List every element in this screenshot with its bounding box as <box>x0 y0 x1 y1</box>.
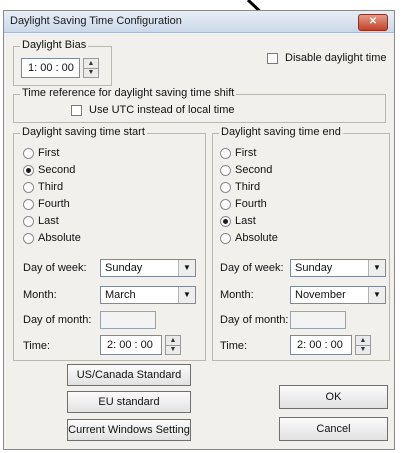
end-radio-absolute[interactable] <box>220 233 231 244</box>
dst-config-dialog: Daylight Saving Time Configuration ✕ Day… <box>3 10 395 450</box>
end-option-first: First <box>235 147 257 159</box>
start-dow-value: Sunday <box>105 262 143 274</box>
daylight-bias-legend: Daylight Bias <box>20 39 89 51</box>
time-reference-legend: Time reference for daylight saving time … <box>20 87 237 99</box>
start-radio-first[interactable] <box>23 148 34 159</box>
chevron-down-icon[interactable]: ▼ <box>368 287 385 303</box>
start-option-first: First <box>38 147 60 159</box>
spin-down-icon[interactable]: ▼ <box>356 345 370 354</box>
dst-end-legend: Daylight saving time end <box>219 126 343 138</box>
end-dow-select[interactable]: Sunday ▼ <box>290 259 386 277</box>
start-option-second: Second <box>38 164 76 176</box>
chevron-down-icon[interactable]: ▼ <box>178 260 195 276</box>
start-option-fourth: Fourth <box>38 198 70 210</box>
end-option-last: Last <box>235 215 256 227</box>
end-month-label: Month: <box>220 289 254 301</box>
end-time-value: 2: 00 : 00 <box>297 339 343 351</box>
start-radio-third[interactable] <box>23 182 34 193</box>
end-option-absolute: Absolute <box>235 232 278 244</box>
use-utc-checkbox[interactable] <box>71 105 82 116</box>
ok-button[interactable]: OK <box>279 385 388 409</box>
start-dom-label: Day of month: <box>23 314 92 326</box>
time-reference-group: Time reference for daylight saving time … <box>13 87 386 123</box>
start-time-spin-buttons[interactable]: ▲ ▼ <box>165 335 181 355</box>
end-dom-label: Day of month: <box>220 314 289 326</box>
chevron-down-icon[interactable]: ▼ <box>368 260 385 276</box>
disable-daylight-checkbox[interactable] <box>267 53 278 64</box>
end-radio-last[interactable] <box>220 216 231 227</box>
start-radio-fourth[interactable] <box>23 199 34 210</box>
start-time-label: Time: <box>23 340 51 352</box>
dst-start-group: Daylight saving time start First Second … <box>13 126 206 361</box>
start-dom-field[interactable] <box>100 311 156 329</box>
title-bar: Daylight Saving Time Configuration ✕ <box>4 11 394 33</box>
start-time-value: 2: 00 : 00 <box>107 339 153 351</box>
start-dow-select[interactable]: Sunday ▼ <box>100 259 196 277</box>
daylight-bias-spinner[interactable]: 1: 00 : 00 ▲ ▼ <box>21 58 99 78</box>
start-radio-second[interactable] <box>23 165 34 176</box>
end-radio-fourth[interactable] <box>220 199 231 210</box>
dst-start-legend: Daylight saving time start <box>20 126 147 138</box>
end-dom-field[interactable] <box>290 311 346 329</box>
start-option-third: Third <box>38 181 64 193</box>
close-button[interactable]: ✕ <box>358 14 388 31</box>
end-option-fourth: Fourth <box>235 198 267 210</box>
spin-down-icon[interactable]: ▼ <box>166 345 180 354</box>
start-time-spinner[interactable]: 2: 00 : 00 ▲ ▼ <box>100 335 181 355</box>
start-month-value: March <box>105 289 136 301</box>
end-time-spinner[interactable]: 2: 00 : 00 ▲ ▼ <box>290 335 371 355</box>
spin-down-icon[interactable]: ▼ <box>84 68 98 77</box>
daylight-bias-group: Daylight Bias 1: 00 : 00 ▲ ▼ <box>13 39 112 86</box>
end-time-spin-buttons[interactable]: ▲ ▼ <box>355 335 371 355</box>
us-canada-standard-button[interactable]: US/Canada Standard <box>67 364 191 386</box>
start-radio-last[interactable] <box>23 216 34 227</box>
end-dow-value: Sunday <box>295 262 333 274</box>
start-radio-absolute[interactable] <box>23 233 34 244</box>
end-month-value: November <box>295 289 346 301</box>
end-option-third: Third <box>235 181 261 193</box>
current-windows-setting-button[interactable]: Current Windows Setting <box>67 419 191 441</box>
end-radio-second[interactable] <box>220 165 231 176</box>
start-month-label: Month: <box>23 289 57 301</box>
end-month-select[interactable]: November ▼ <box>290 286 386 304</box>
eu-standard-button[interactable]: EU standard <box>67 391 191 413</box>
end-dow-label: Day of week: <box>220 262 284 274</box>
window-title: Daylight Saving Time Configuration <box>10 15 182 27</box>
daylight-bias-spin-buttons[interactable]: ▲ ▼ <box>83 58 99 78</box>
dst-end-group: Daylight saving time end First Second Th… <box>212 126 390 361</box>
end-radio-first[interactable] <box>220 148 231 159</box>
start-month-select[interactable]: March ▼ <box>100 286 196 304</box>
chevron-down-icon[interactable]: ▼ <box>178 287 195 303</box>
cancel-button[interactable]: Cancel <box>279 417 388 441</box>
end-option-second: Second <box>235 164 273 176</box>
end-radio-third[interactable] <box>220 182 231 193</box>
start-option-absolute: Absolute <box>38 232 81 244</box>
end-time-label: Time: <box>220 340 248 352</box>
use-utc-label: Use UTC instead of local time <box>89 104 235 116</box>
disable-daylight-label: Disable daylight time <box>285 52 387 64</box>
start-option-last: Last <box>38 215 59 227</box>
start-dow-label: Day of week: <box>23 262 87 274</box>
daylight-bias-value: 1: 00 : 00 <box>28 62 74 74</box>
